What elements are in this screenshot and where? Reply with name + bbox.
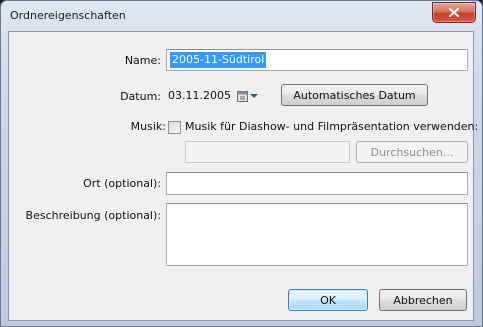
chevron-down-icon[interactable] [250,94,258,98]
title-bar[interactable]: Ordnereigenschaften [1,1,482,29]
ok-button[interactable]: OK [288,289,368,311]
auto-date-button[interactable]: Automatisches Datum [281,84,428,106]
location-field[interactable] [166,172,468,195]
description-label: Beschreibung (optional): [25,209,161,222]
window-title: Ordnereigenschaften [10,9,126,22]
music-label: Musik: [130,120,166,133]
music-checkbox-label[interactable]: Musik für Diashow- und Filmpräsentation … [185,120,478,133]
cancel-button[interactable]: Abbrechen [379,289,467,311]
music-path-field[interactable] [185,141,350,163]
name-field-value: 2005-11-Südtirol [170,52,267,68]
name-label: Name: [124,54,161,67]
location-label: Ort (optional): [83,177,161,190]
date-value: 03.11.2005 [168,89,231,102]
music-checkbox[interactable] [168,121,181,134]
dialog-content: Name: 2005-11-Südtirol Datum: 03.11.2005… [8,31,478,321]
date-label: Datum: [120,90,161,103]
close-icon [449,8,459,17]
calendar-icon[interactable] [237,90,248,102]
close-button[interactable] [432,2,476,23]
browse-button[interactable]: Durchsuchen... [356,141,468,163]
description-field[interactable] [166,203,468,266]
dialog-window: Ordnereigenschaften Name: 2005-11-Südtir… [0,0,483,327]
name-field[interactable]: 2005-11-Südtirol [166,49,468,71]
date-picker[interactable]: 03.11.2005 [166,87,262,107]
